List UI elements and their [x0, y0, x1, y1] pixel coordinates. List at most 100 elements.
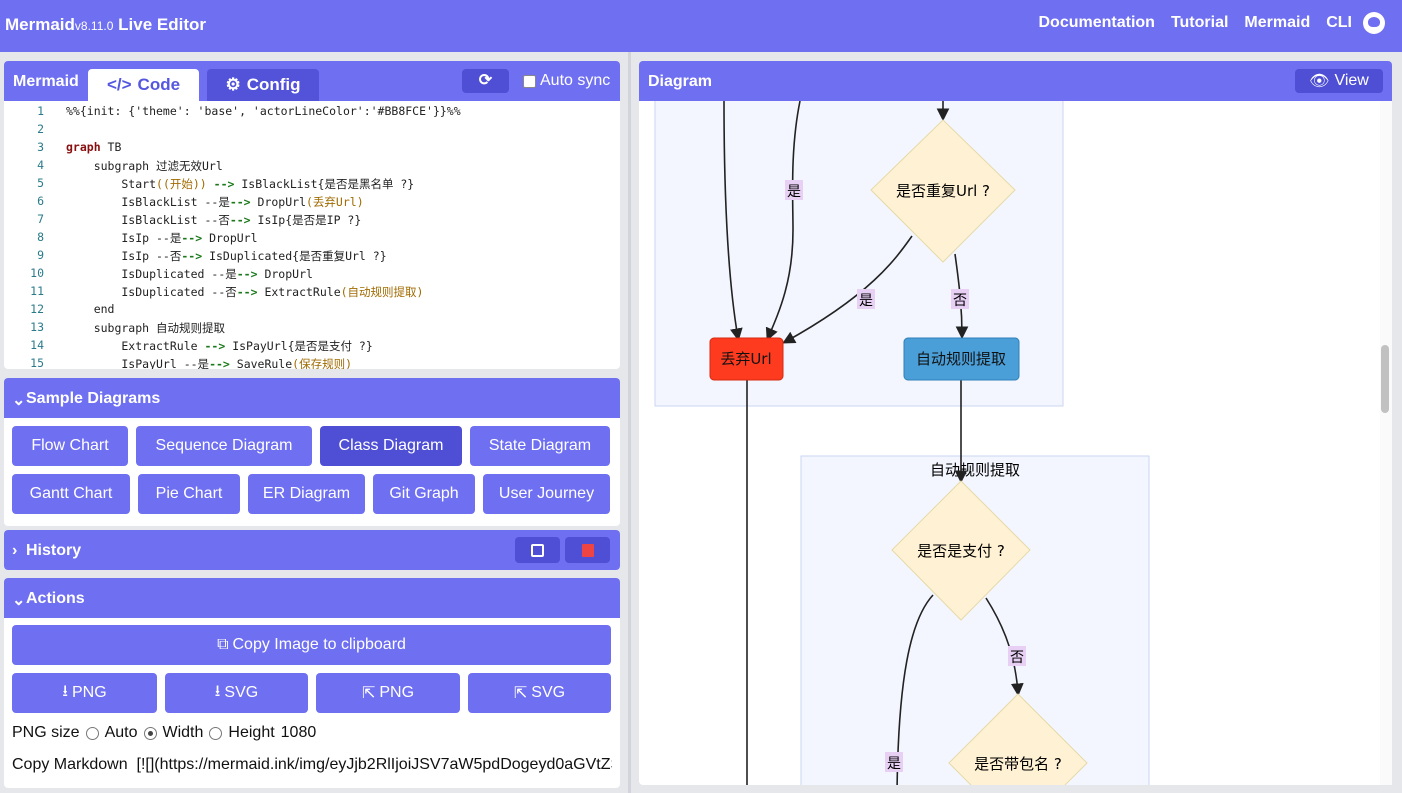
copy-icon: ⧉: [217, 636, 229, 653]
code-line[interactable]: IsPayUrl --是--> SaveRule(保存规则): [66, 356, 352, 369]
markdown-value[interactable]: [![](https://mermaid.ink/img/eyJjb2RlIjo…: [137, 756, 613, 773]
pane-divider[interactable]: [628, 52, 631, 793]
version-label: v8.11.0: [74, 19, 114, 33]
chevron-down-icon: ⌄: [12, 592, 26, 609]
download-icon: ⭳: [62, 682, 68, 700]
subgraph-extract-label: 自动规则提取: [930, 461, 1020, 479]
sample-state-diagram[interactable]: State Diagram: [470, 426, 610, 466]
history-header[interactable]: › History: [4, 530, 620, 570]
download-icon: ⭳: [214, 682, 221, 700]
open-png-button[interactable]: ⇱ PNG: [316, 673, 460, 713]
autosync-toggle[interactable]: Auto sync: [523, 72, 610, 90]
clear-history-button[interactable]: [565, 537, 610, 563]
line-number: 13: [30, 320, 44, 334]
edge-label-no: 否: [1010, 650, 1024, 666]
tab-code[interactable]: </> Code: [88, 69, 199, 101]
code-line[interactable]: IsDuplicated --否--> ExtractRule(自动规则提取): [66, 284, 423, 300]
line-number: 2: [37, 122, 44, 136]
sample-user-journey[interactable]: User Journey: [483, 474, 610, 514]
eye-icon: 👁: [1309, 73, 1330, 90]
code-editor[interactable]: 1 %%{init: {'theme': 'base', 'actorLineCo…: [4, 101, 620, 369]
line-number: 3: [37, 140, 44, 154]
top-bar: Mermaidv8.11.0 Live Editor Documentation…: [0, 0, 1402, 52]
line-number: 1: [37, 104, 44, 118]
png-size-options: PNG size Auto Width Height 1080: [12, 724, 317, 742]
code-icon: </>: [106, 75, 132, 94]
code-line[interactable]: %%{init: {'theme': 'base', 'actorLineCol…: [66, 104, 461, 118]
radio-auto[interactable]: [85, 726, 99, 740]
sample-sequence-diagram[interactable]: Sequence Diagram: [136, 426, 312, 466]
save-history-button[interactable]: [515, 537, 560, 563]
line-number: 14: [30, 338, 44, 352]
gears-icon: ⚙: [225, 75, 241, 94]
line-number: 12: [30, 302, 44, 316]
code-line[interactable]: end: [66, 302, 115, 316]
copy-markdown-row: Copy Markdown [![](https://mermaid.ink/i…: [12, 756, 612, 774]
tab-config[interactable]: ⚙ Config: [207, 69, 319, 101]
edge-label-yes: 是: [787, 184, 801, 200]
history-panel: › History: [4, 530, 620, 570]
sync-button[interactable]: ⟳: [462, 69, 509, 93]
diagram-scrollbar-thumb[interactable]: [1381, 345, 1389, 413]
radio-height[interactable]: [209, 726, 223, 740]
sample-git-graph[interactable]: Git Graph: [373, 474, 475, 514]
open-svg-button[interactable]: ⇱ SVG: [468, 673, 611, 713]
save-icon: [531, 543, 544, 557]
code-line[interactable]: IsDuplicated --是--> DropUrl: [66, 266, 313, 282]
external-link-icon: ⇱: [513, 685, 528, 702]
code-line[interactable]: IsBlackList --否--> IsIp{是否是IP ?}: [66, 212, 361, 228]
sample-flow-chart[interactable]: Flow Chart: [12, 426, 128, 466]
line-number: 11: [30, 284, 44, 298]
download-svg-button[interactable]: ⭳ SVG: [165, 673, 308, 713]
download-png-button[interactable]: ⭳ PNG: [12, 673, 157, 713]
node-is-duplicated-label: 是否重复Url ?: [896, 182, 990, 200]
diagram-header: Diagram 👁 View: [639, 61, 1392, 101]
edge-label-yes: 是: [859, 293, 873, 309]
edge-label-no: 否: [953, 293, 967, 309]
github-icon[interactable]: [1363, 12, 1385, 34]
sample-pie-chart[interactable]: Pie Chart: [138, 474, 240, 514]
actions-panel: ⌄ Actions ⧉ Copy Image to clipboard ⭳ PNG …: [4, 578, 620, 788]
diagram-canvas[interactable]: 自动规则提取 是否重复Url ? 丢弃Url 自动规则提取 是否是支付 ? 是否…: [639, 101, 1380, 785]
edge-label-yes: 是: [887, 756, 901, 772]
nav-tutorial[interactable]: Tutorial: [1171, 14, 1228, 32]
sample-gantt-chart[interactable]: Gantt Chart: [12, 474, 130, 514]
code-line[interactable]: graph TB: [66, 140, 121, 154]
code-line[interactable]: subgraph 自动规则提取: [66, 320, 225, 336]
app-brand[interactable]: Mermaidv8.11.0 Live Editor: [5, 15, 206, 35]
sample-diagrams-header[interactable]: ⌄ Sample Diagrams: [4, 378, 620, 418]
line-number: 5: [37, 176, 44, 190]
radio-width[interactable]: [143, 726, 157, 740]
code-line[interactable]: ExtractRule --> IsPayUrl{是否是支付 ?}: [66, 338, 372, 354]
diagram-title: Diagram: [648, 73, 713, 90]
sample-class-diagram[interactable]: Class Diagram: [320, 426, 462, 466]
external-link-icon: ⇱: [361, 685, 376, 702]
nav-documentation[interactable]: Documentation: [1038, 14, 1154, 32]
code-line[interactable]: IsBlackList --是--> DropUrl(丢弃Url): [66, 194, 363, 210]
node-is-pay-url-label: 是否是支付 ?: [917, 542, 1005, 560]
chevron-right-icon: ›: [12, 542, 18, 559]
node-extract-rule-label: 自动规则提取: [916, 350, 1006, 368]
line-number: 7: [37, 212, 44, 226]
line-number: 15: [30, 356, 44, 369]
sample-er-diagram[interactable]: ER Diagram: [248, 474, 365, 514]
code-line[interactable]: subgraph 过滤无效Url: [66, 158, 223, 174]
actions-header[interactable]: ⌄ Actions: [4, 578, 620, 618]
png-size-value[interactable]: 1080: [281, 724, 317, 742]
code-line[interactable]: IsIp --否--> IsDuplicated{是否重复Url ?}: [66, 248, 386, 264]
copy-image-button[interactable]: ⧉ Copy Image to clipboard: [12, 625, 611, 665]
refresh-icon: ⟳: [478, 72, 493, 89]
autosync-checkbox[interactable]: [523, 74, 536, 88]
line-number: 6: [37, 194, 44, 208]
nav-mermaid[interactable]: Mermaid: [1244, 14, 1310, 32]
trash-icon: [581, 543, 594, 557]
code-line[interactable]: IsIp --是--> DropUrl: [66, 230, 257, 246]
code-line[interactable]: Start((开始)) --> IsBlackList{是否是黑名单 ?}: [66, 176, 414, 192]
diagram-scrollbar[interactable]: [1380, 101, 1392, 785]
view-button[interactable]: 👁 View: [1295, 69, 1383, 93]
node-has-package-label: 是否带包名 ?: [974, 755, 1062, 773]
diagram-panel: Diagram 👁 View 自动规则提取 是否重复Url ? 丢弃Url 自动规…: [639, 61, 1392, 785]
line-number: 8: [37, 230, 44, 244]
chevron-down-icon: ⌄: [12, 392, 26, 409]
nav-cli[interactable]: CLI: [1326, 14, 1352, 32]
